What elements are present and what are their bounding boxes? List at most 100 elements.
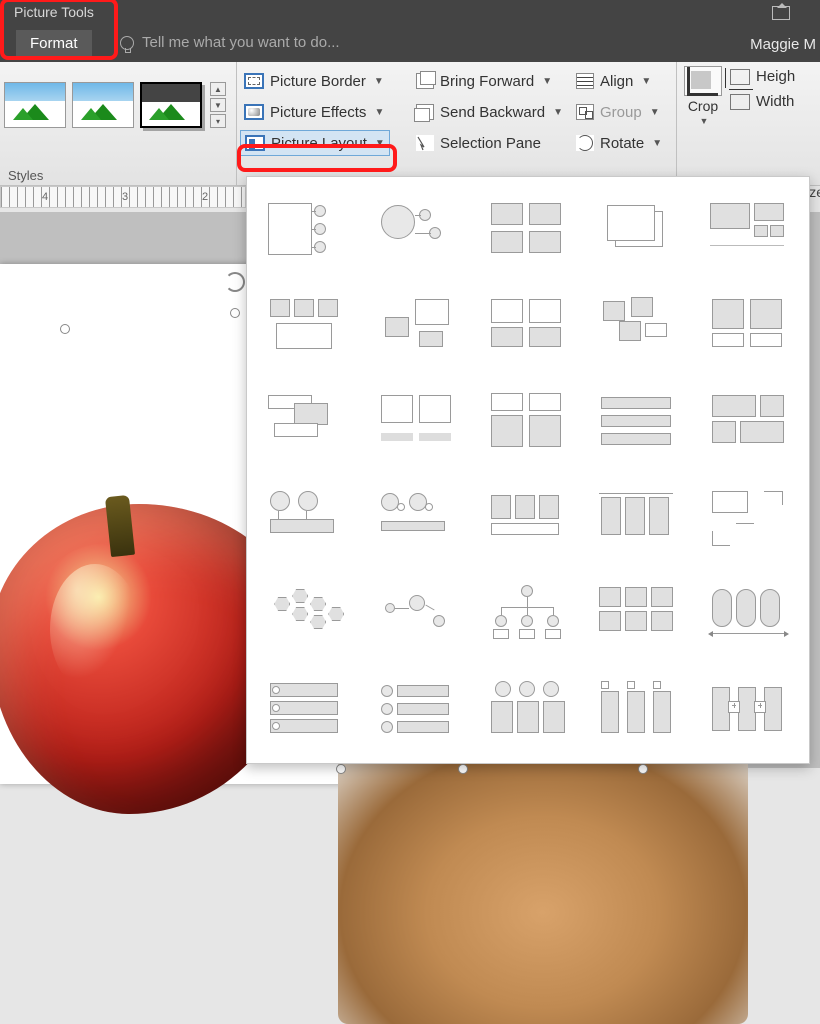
selection-handle[interactable] [458,764,468,774]
group-button[interactable]: Group ▼ [576,99,662,125]
chevron-down-icon: ▼ [374,107,384,118]
height-field[interactable]: Heigh [730,68,795,85]
layout-option-filmstrip[interactable] [588,475,688,561]
selection-handle[interactable] [336,764,346,774]
layout-option-2col-caption[interactable] [367,379,467,465]
arrange-group-left: Bring Forward ▼ Send Backward ▼ Selectio… [416,68,563,156]
layout-option-side-by-side[interactable] [478,379,578,465]
account-username[interactable]: Maggie M [750,36,816,53]
picture-effects-label: Picture Effects [270,104,366,121]
crop-label: Crop [688,98,718,114]
layout-option-tabbed-columns[interactable] [588,667,688,753]
group-label: Group [600,104,642,121]
layout-option-picture-caption-2col[interactable] [478,283,578,369]
layout-option-org-chart[interactable] [478,571,578,657]
layout-option-brick[interactable] [699,379,799,465]
picture-border-label: Picture Border [270,73,366,90]
ruler-mark: 3 [85,191,165,203]
height-icon [730,69,750,85]
layout-option-overlap-tabs[interactable] [257,379,357,465]
picture-layout-icon [245,135,265,151]
selection-handle[interactable] [638,764,648,774]
picture-layout-gallery[interactable] [246,176,810,764]
tell-me-placeholder: Tell me what you want to do... [142,34,340,51]
picture-tools-label: Picture Tools [14,4,94,20]
picture-style-thumb-3-selected[interactable] [140,82,202,128]
gallery-more-icon[interactable]: ▾ [210,114,226,128]
size-group: Crop ▼ Heigh Width [684,66,795,126]
selection-pane-icon [416,135,434,151]
tell-me-search[interactable]: Tell me what you want to do... [120,34,340,51]
picture-layout-button[interactable]: Picture Layout ▼ [240,130,390,156]
send-backward-icon [416,104,434,120]
layout-option-circle-flow[interactable] [367,475,467,561]
align-button[interactable]: Align ▼ [576,68,662,94]
layout-option-stacked[interactable] [588,187,688,273]
align-label: Align [600,73,633,90]
rotate-icon [576,135,594,151]
picture-adjust-menu: Picture Border ▼ Picture Effects ▼ Pictu… [240,68,390,156]
group-icon [576,104,594,120]
picture-effects-button[interactable]: Picture Effects ▼ [240,99,390,125]
width-icon [730,94,750,110]
layout-option-strip-3[interactable] [478,475,578,561]
titlebar: Picture Tools Format Tell me what you wa… [0,0,820,62]
arrange-group-right: Align ▼ Group ▼ Rotate ▼ [576,68,662,156]
picture-style-thumb-2[interactable] [72,82,134,128]
gallery-scroll-down-icon[interactable]: ▼ [210,98,226,112]
rotate-button[interactable]: Rotate ▼ [576,130,662,156]
gallery-more-spinner[interactable]: ▲ ▼ ▾ [210,82,228,128]
truncated-label: ze [809,184,820,200]
bring-forward-button[interactable]: Bring Forward ▼ [416,68,563,94]
layout-option-node-link[interactable] [367,571,467,657]
width-label: Width [756,93,794,110]
horizontal-ruler[interactable]: 4 3 2 [0,186,246,208]
layout-option-hex-cluster[interactable] [257,571,357,657]
layout-option-bars-3[interactable] [588,379,688,465]
picture-border-icon [244,73,264,89]
layout-option-grid-6[interactable] [588,571,688,657]
layout-option-list-rows-b[interactable] [367,667,467,753]
send-backward-label: Send Backward [440,104,545,121]
ruler-mark: 2 [165,191,245,203]
picture-border-button[interactable]: Picture Border ▼ [240,68,390,94]
layout-option-list-rows-a[interactable] [257,667,357,753]
layout-option-collage[interactable] [699,187,799,273]
width-field[interactable]: Width [730,93,795,110]
layout-option-circles-over-bars[interactable] [478,667,578,753]
layout-option-carousel[interactable] [699,571,799,657]
layout-option-grid-4[interactable] [478,187,578,273]
selection-handle[interactable] [230,308,240,318]
height-label: Heigh [756,68,795,85]
layout-option-circle-bar[interactable] [257,475,357,561]
tab-format[interactable]: Format [16,30,92,57]
image-cat[interactable] [338,744,748,1024]
chevron-down-icon: ▼ [553,107,563,118]
ruler-mark: 4 [5,191,85,203]
align-icon [576,73,594,89]
chevron-down-icon: ▼ [650,107,660,118]
selection-pane-button[interactable]: Selection Pane [416,130,563,156]
bring-forward-label: Bring Forward [440,73,534,90]
ribbon-display-options-icon[interactable] [772,6,790,20]
lightbulb-icon [120,36,134,50]
layout-option-corner-frame[interactable] [699,475,799,561]
crop-button[interactable]: Crop ▼ [684,66,722,126]
layout-option-circle-process[interactable] [367,187,467,273]
picture-style-thumb-1[interactable] [4,82,66,128]
layout-option-wave-caption[interactable] [699,283,799,369]
gallery-scroll-up-icon[interactable]: ▲ [210,82,226,96]
layout-option-plus-columns[interactable] [699,667,799,753]
layout-option-cluster[interactable] [588,283,688,369]
selection-handle[interactable] [60,324,70,334]
chevron-down-icon: ▼ [542,76,552,87]
layout-option-titled-row[interactable] [257,283,357,369]
layout-option-accent-picture[interactable] [257,187,357,273]
chevron-down-icon: ▼ [700,116,709,126]
picture-layout-label: Picture Layout [271,135,367,152]
send-backward-button[interactable]: Send Backward ▼ [416,99,563,125]
rotation-handle-icon[interactable] [225,272,245,292]
layout-option-bending-up[interactable] [367,283,467,369]
picture-styles-gallery[interactable]: ▲ ▼ ▾ [0,62,236,142]
picture-styles-group-label: Styles [8,168,43,183]
